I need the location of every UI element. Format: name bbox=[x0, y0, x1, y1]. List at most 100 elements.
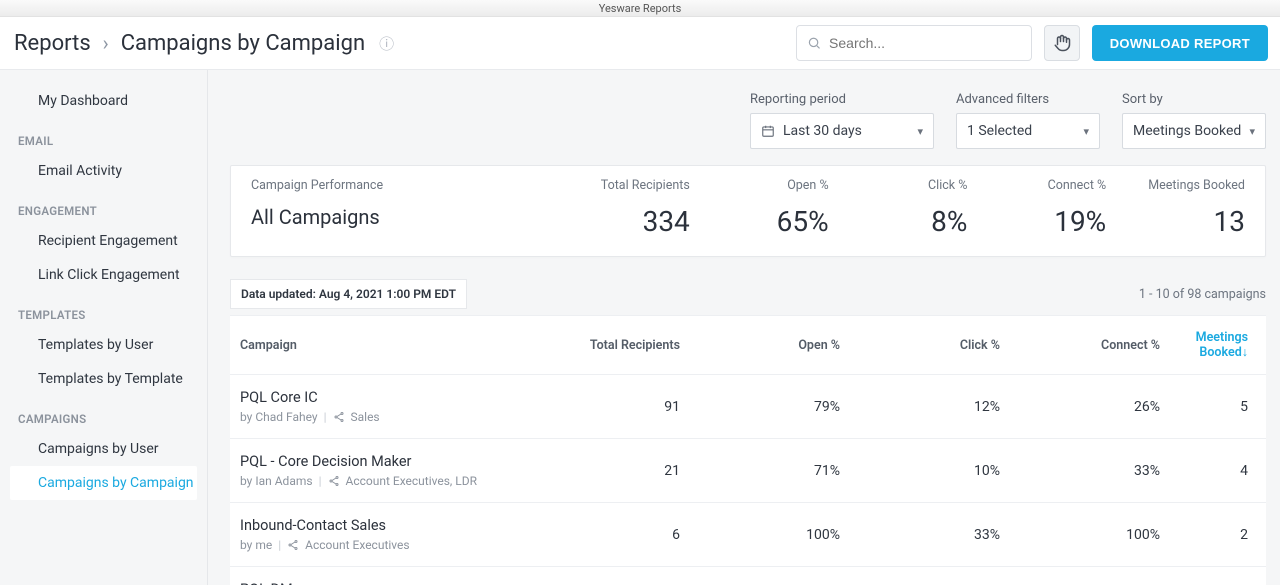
chevron-down-icon: ▾ bbox=[1249, 125, 1255, 138]
row-meetings: 4 bbox=[1160, 463, 1256, 479]
celebrate-button[interactable] bbox=[1044, 25, 1080, 61]
row-open: 79% bbox=[680, 399, 840, 415]
search-input-wrap[interactable] bbox=[796, 25, 1032, 61]
share-icon bbox=[287, 539, 299, 551]
row-meta: by Ian Adams|Account Executives, LDR bbox=[240, 474, 540, 488]
breadcrumb-page: Campaigns by Campaign bbox=[121, 31, 365, 56]
sidebar-item-templates-by-template[interactable]: Templates by Template bbox=[10, 362, 197, 396]
chevron-right-icon: › bbox=[103, 31, 109, 55]
filter-sort: Sort by Meetings Booked ▾ bbox=[1122, 92, 1266, 149]
row-meta: by Chad Fahey|Sales bbox=[240, 410, 540, 424]
select-reporting-period[interactable]: Last 30 days ▾ bbox=[750, 113, 934, 149]
row-open: 100% bbox=[680, 527, 840, 543]
col-header-total[interactable]: Total Recipients bbox=[540, 338, 680, 353]
col-header-campaign[interactable]: Campaign bbox=[240, 338, 540, 353]
info-icon[interactable]: ⓘ bbox=[379, 33, 394, 54]
sidebar: My Dashboard EMAIL Email Activity ENGAGE… bbox=[0, 70, 208, 585]
summary-label-connect: Connect % bbox=[967, 178, 1106, 193]
download-report-button[interactable]: DOWNLOAD REPORT bbox=[1092, 25, 1268, 61]
breadcrumb-root[interactable]: Reports bbox=[14, 31, 91, 56]
row-by: by Ian Adams bbox=[240, 474, 313, 488]
chevron-down-icon: ▾ bbox=[1083, 125, 1089, 138]
summary-label-meetings: Meetings Booked bbox=[1106, 178, 1245, 193]
sidebar-section-email: EMAIL bbox=[0, 118, 207, 154]
header-right: DOWNLOAD REPORT bbox=[796, 25, 1268, 61]
row-by: by me bbox=[240, 538, 272, 552]
summary-value-connect: 19% bbox=[967, 205, 1106, 238]
filter-label-sort: Sort by bbox=[1122, 92, 1266, 107]
filter-advanced: Advanced filters 1 Selected ▾ bbox=[956, 92, 1100, 149]
row-connect: 33% bbox=[1000, 463, 1160, 479]
header-bar: Reports › Campaigns by Campaign ⓘ DOWNLO… bbox=[0, 17, 1280, 70]
main-content: Reporting period Last 30 days ▾ Advanced… bbox=[208, 70, 1280, 585]
sidebar-item-templates-by-user[interactable]: Templates by User bbox=[10, 328, 197, 362]
col-header-open[interactable]: Open % bbox=[680, 338, 840, 353]
row-campaign-name: PQL DM bbox=[240, 581, 540, 585]
data-updated-label: Data updated: bbox=[241, 287, 319, 301]
select-sort-by[interactable]: Meetings Booked ▾ bbox=[1122, 113, 1266, 149]
summary-label-performance: Campaign Performance bbox=[251, 178, 551, 193]
data-updated-pill: Data updated: Aug 4, 2021 1:00 PM EDT bbox=[230, 279, 467, 309]
row-meta: by me|Account Executives bbox=[240, 538, 540, 552]
filter-value-sort: Meetings Booked bbox=[1133, 123, 1241, 139]
window-title-bar: Yesware Reports bbox=[0, 0, 1280, 17]
row-total: 6 bbox=[540, 527, 680, 543]
hand-wave-icon bbox=[1053, 34, 1071, 52]
search-input[interactable] bbox=[829, 35, 1021, 51]
subbar: Data updated: Aug 4, 2021 1:00 PM EDT 1 … bbox=[230, 279, 1266, 309]
table-row[interactable]: PQL - Core Decision Maker by Ian Adams|Ac… bbox=[230, 439, 1266, 503]
campaigns-table: Campaign Total Recipients Open % Click %… bbox=[230, 315, 1266, 585]
row-team: Account Executives bbox=[305, 538, 409, 552]
sidebar-item-recipient-engagement[interactable]: Recipient Engagement bbox=[10, 224, 197, 258]
select-advanced-filters[interactable]: 1 Selected ▾ bbox=[956, 113, 1100, 149]
row-open: 71% bbox=[680, 463, 840, 479]
row-connect: 100% bbox=[1000, 527, 1160, 543]
sidebar-section-campaigns: CAMPAIGNS bbox=[0, 396, 207, 432]
sidebar-item-my-dashboard[interactable]: My Dashboard bbox=[10, 84, 197, 118]
sidebar-section-templates: TEMPLATES bbox=[0, 292, 207, 328]
sidebar-section-engagement: ENGAGEMENT bbox=[0, 188, 207, 224]
sidebar-item-link-click-engagement[interactable]: Link Click Engagement bbox=[10, 258, 197, 292]
sidebar-item-email-activity[interactable]: Email Activity bbox=[10, 154, 197, 188]
col-header-meetings[interactable]: Meetings Booked↓ bbox=[1160, 330, 1256, 360]
table-row[interactable]: PQL DMby Chad Fahey|Sales3381%3%12%1 bbox=[230, 567, 1266, 585]
sort-desc-icon: ↓ bbox=[1242, 345, 1248, 360]
row-meetings: 2 bbox=[1160, 527, 1256, 543]
table-row[interactable]: PQL Core ICby Chad Fahey|Sales9179%12%26… bbox=[230, 375, 1266, 439]
window-title: Yesware Reports bbox=[599, 2, 682, 15]
summary-value-performance: All Campaigns bbox=[251, 205, 551, 229]
summary-label-total: Total Recipients bbox=[551, 178, 690, 193]
row-click: 10% bbox=[840, 463, 1000, 479]
calendar-icon bbox=[761, 124, 775, 138]
summary-label-open: Open % bbox=[690, 178, 829, 193]
summary-value-total: 334 bbox=[551, 205, 690, 238]
share-icon bbox=[333, 411, 345, 423]
col-header-click[interactable]: Click % bbox=[840, 338, 1000, 353]
sidebar-item-campaigns-by-user[interactable]: Campaigns by User bbox=[10, 432, 197, 466]
row-team: Sales bbox=[351, 410, 380, 424]
pagination-text: 1 - 10 of 98 campaigns bbox=[1139, 287, 1266, 302]
row-click: 33% bbox=[840, 527, 1000, 543]
row-campaign-name: PQL - Core Decision Maker bbox=[240, 453, 540, 470]
row-total: 21 bbox=[540, 463, 680, 479]
breadcrumb: Reports › Campaigns by Campaign ⓘ bbox=[12, 31, 394, 56]
filter-value-advanced: 1 Selected bbox=[967, 123, 1032, 139]
share-icon bbox=[328, 475, 340, 487]
filter-label-period: Reporting period bbox=[750, 92, 934, 107]
filter-label-advanced: Advanced filters bbox=[956, 92, 1100, 107]
row-total: 91 bbox=[540, 399, 680, 415]
table-header-row: Campaign Total Recipients Open % Click %… bbox=[230, 316, 1266, 375]
chevron-down-icon: ▾ bbox=[917, 125, 923, 138]
sidebar-item-campaigns-by-campaign[interactable]: Campaigns by Campaign bbox=[10, 466, 197, 500]
summary-value-meetings: 13 bbox=[1106, 205, 1245, 238]
filter-row: Reporting period Last 30 days ▾ Advanced… bbox=[230, 70, 1266, 165]
summary-value-open: 65% bbox=[690, 205, 829, 238]
row-connect: 26% bbox=[1000, 399, 1160, 415]
data-updated-value: Aug 4, 2021 1:00 PM EDT bbox=[319, 287, 456, 301]
filter-reporting-period: Reporting period Last 30 days ▾ bbox=[750, 92, 934, 149]
table-row[interactable]: Inbound-Contact Salesby me|Account Execu… bbox=[230, 503, 1266, 567]
col-header-connect[interactable]: Connect % bbox=[1000, 338, 1160, 353]
summary-label-click: Click % bbox=[829, 178, 968, 193]
summary-panel: Campaign Performance All Campaigns Total… bbox=[230, 165, 1266, 257]
row-click: 12% bbox=[840, 399, 1000, 415]
